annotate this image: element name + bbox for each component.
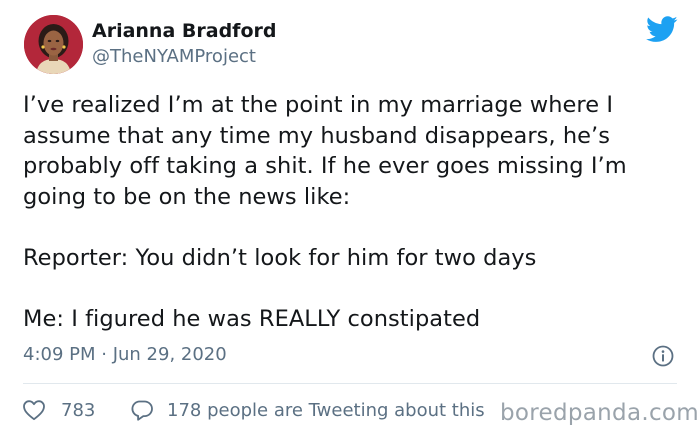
user-handle[interactable]: @TheNYAMProject — [92, 46, 256, 67]
like-count: 783 — [61, 399, 96, 421]
conversation-label: 178 people are Tweeting about this — [167, 399, 485, 421]
tweet-paragraph: I’ve realized I’m at the point in my mar… — [23, 92, 627, 210]
tweet-timestamp[interactable]: 4:09 PM · Jun 29, 2020 — [23, 344, 227, 365]
comment-bubble-icon — [131, 400, 153, 421]
tweet-text: I’ve realized I’m at the point in my mar… — [23, 90, 683, 334]
display-name[interactable]: Arianna Bradford — [92, 20, 276, 42]
avatar[interactable] — [24, 15, 83, 74]
twitter-bird-icon[interactable] — [646, 16, 678, 43]
boredpanda-watermark: boredpanda.com — [500, 400, 699, 426]
divider — [23, 383, 677, 384]
tweet-paragraph: Reporter: You didn’t look for him for tw… — [23, 244, 537, 271]
conversation-link[interactable]: 178 people are Tweeting about this — [130, 398, 485, 422]
like-button[interactable]: 783 — [22, 398, 95, 422]
tweet-paragraph: Me: I figured he was REALLY constipated — [23, 305, 481, 332]
info-icon[interactable] — [651, 344, 675, 368]
heart-icon — [23, 400, 45, 421]
tweet-card: Arianna Bradford @TheNYAMProject I’ve re… — [0, 0, 700, 437]
avatar-illustration — [24, 15, 83, 74]
